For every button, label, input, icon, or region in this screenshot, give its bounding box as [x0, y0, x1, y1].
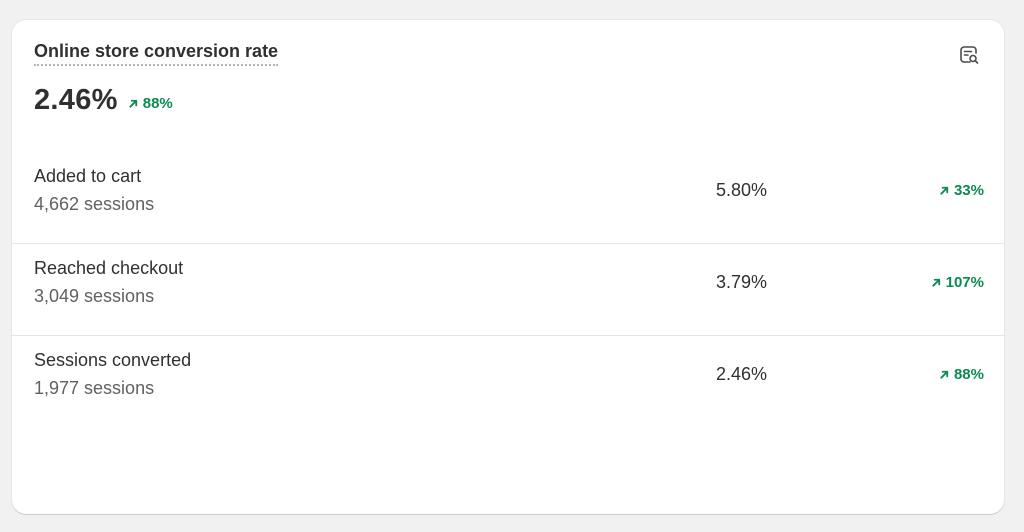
change-text: 88% — [142, 95, 173, 112]
row-sessions: 3,049 sessions — [34, 286, 155, 306]
row-sessions: 4,662 sessions — [34, 194, 155, 214]
card-title[interactable]: Online store conversion rate — [34, 40, 279, 66]
funnel-rows: Added to cart 4,662 sessions 5.80% 33% R… — [12, 152, 1004, 427]
row-label: Reached checkout — [34, 258, 184, 278]
row-sessions: 1,977 sessions — [34, 378, 155, 398]
arrow-up-right-icon — [940, 186, 949, 195]
funnel-row-reached-checkout: Reached checkout 3,049 sessions 3.79% 10… — [12, 244, 1004, 336]
change-text: 88% — [953, 366, 984, 383]
row-change: 33% — [939, 182, 984, 199]
conversion-rate-change: 88% — [128, 95, 173, 112]
arrow-up-right-icon — [940, 370, 949, 379]
arrow-up-right-icon — [129, 99, 137, 108]
change-text: 33% — [953, 182, 984, 199]
arrow-up-right-icon — [932, 278, 940, 287]
row-change: 107% — [931, 274, 984, 291]
change-text: 107% — [945, 274, 984, 291]
row-change: 88% — [939, 366, 984, 383]
report-search-icon[interactable] — [958, 44, 980, 66]
conversion-rate-value: 2.46% — [34, 84, 118, 116]
funnel-row-sessions-converted: Sessions converted 1,977 sessions 2.46% … — [12, 336, 1004, 427]
row-rate: 5.80% — [715, 180, 767, 200]
conversion-rate-card: Online store conversion rate 2.46% 88% A… — [12, 20, 1004, 514]
row-rate: 3.79% — [715, 272, 767, 292]
row-label: Sessions converted — [34, 350, 192, 370]
headline-metric: 2.46% 88% — [34, 84, 173, 117]
row-rate: 2.46% — [715, 364, 767, 384]
row-label: Added to cart — [34, 166, 142, 186]
funnel-row-added-to-cart: Added to cart 4,662 sessions 5.80% 33% — [12, 152, 1004, 244]
